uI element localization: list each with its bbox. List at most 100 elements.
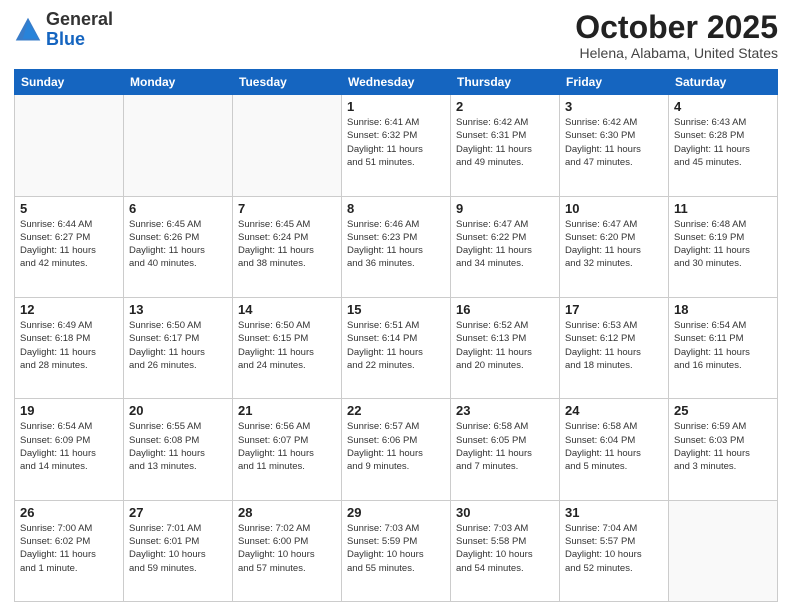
table-cell: 11 Sunrise: 6:48 AM Sunset: 6:19 PM Dayli… xyxy=(669,196,778,297)
page: General Blue October 2025 Helena, Alabam… xyxy=(0,0,792,612)
location: Helena, Alabama, United States xyxy=(575,45,778,61)
month-title: October 2025 xyxy=(575,10,778,45)
day-info: Sunrise: 6:58 AM Sunset: 6:04 PM Dayligh… xyxy=(565,420,663,473)
day-number: 5 xyxy=(20,201,118,216)
table-cell: 26 Sunrise: 7:00 AM Sunset: 6:02 PM Dayli… xyxy=(15,500,124,601)
day-number: 23 xyxy=(456,403,554,418)
day-number: 28 xyxy=(238,505,336,520)
col-thursday: Thursday xyxy=(451,70,560,95)
day-number: 15 xyxy=(347,302,445,317)
table-cell: 24Sunrise: 6:58 AM Sunset: 6:04 PM Dayli… xyxy=(560,399,669,500)
day-info: Sunrise: 7:02 AM Sunset: 6:00 PM Dayligh… xyxy=(238,522,336,575)
day-number: 13 xyxy=(129,302,227,317)
day-info: Sunrise: 6:42 AM Sunset: 6:31 PM Dayligh… xyxy=(456,116,554,169)
table-cell: 7Sunrise: 6:45 AM Sunset: 6:24 PM Daylig… xyxy=(233,196,342,297)
day-number: 18 xyxy=(674,302,772,317)
day-info: Sunrise: 7:00 AM Sunset: 6:02 PM Dayligh… xyxy=(20,522,118,575)
day-info: Sunrise: 6:50 AM Sunset: 6:17 PM Dayligh… xyxy=(129,319,227,372)
day-info: Sunrise: 6:53 AM Sunset: 6:12 PM Dayligh… xyxy=(565,319,663,372)
day-info: Sunrise: 6:47 AM Sunset: 6:20 PM Dayligh… xyxy=(565,218,663,271)
table-cell: 3 Sunrise: 6:42 AM Sunset: 6:30 PM Daylig… xyxy=(560,95,669,196)
day-number: 14 xyxy=(238,302,336,317)
col-friday: Friday xyxy=(560,70,669,95)
logo: General Blue xyxy=(14,10,113,50)
logo-text: General Blue xyxy=(46,10,113,50)
table-cell: 14 Sunrise: 6:50 AM Sunset: 6:15 PM Dayli… xyxy=(233,297,342,398)
day-info: Sunrise: 6:46 AM Sunset: 6:23 PM Dayligh… xyxy=(347,218,445,271)
table-cell: 27 Sunrise: 7:01 AM Sunset: 6:01 PM Dayli… xyxy=(124,500,233,601)
calendar-table: Sunday Monday Tuesday Wednesday Thursday… xyxy=(14,69,778,602)
day-number: 12 xyxy=(20,302,118,317)
day-info: Sunrise: 7:01 AM Sunset: 6:01 PM Dayligh… xyxy=(129,522,227,575)
table-cell: 9 Sunrise: 6:47 AM Sunset: 6:22 PM Daylig… xyxy=(451,196,560,297)
table-cell xyxy=(233,95,342,196)
table-cell: 2 Sunrise: 6:42 AM Sunset: 6:31 PM Daylig… xyxy=(451,95,560,196)
table-cell: 6Sunrise: 6:45 AM Sunset: 6:26 PM Daylig… xyxy=(124,196,233,297)
day-number: 31 xyxy=(565,505,663,520)
logo-general: General xyxy=(46,9,113,29)
day-number: 26 xyxy=(20,505,118,520)
day-info: Sunrise: 6:51 AM Sunset: 6:14 PM Dayligh… xyxy=(347,319,445,372)
table-cell: 4Sunrise: 6:43 AM Sunset: 6:28 PM Daylig… xyxy=(669,95,778,196)
table-cell: 5 Sunrise: 6:44 AM Sunset: 6:27 PM Daylig… xyxy=(15,196,124,297)
header: General Blue October 2025 Helena, Alabam… xyxy=(14,10,778,61)
col-tuesday: Tuesday xyxy=(233,70,342,95)
table-cell xyxy=(669,500,778,601)
day-number: 8 xyxy=(347,201,445,216)
day-number: 16 xyxy=(456,302,554,317)
table-cell: 30Sunrise: 7:03 AM Sunset: 5:58 PM Dayli… xyxy=(451,500,560,601)
day-info: Sunrise: 6:44 AM Sunset: 6:27 PM Dayligh… xyxy=(20,218,118,271)
table-cell: 19 Sunrise: 6:54 AM Sunset: 6:09 PM Dayli… xyxy=(15,399,124,500)
table-cell xyxy=(15,95,124,196)
day-info: Sunrise: 6:57 AM Sunset: 6:06 PM Dayligh… xyxy=(347,420,445,473)
day-info: Sunrise: 6:54 AM Sunset: 6:11 PM Dayligh… xyxy=(674,319,772,372)
day-number: 2 xyxy=(456,99,554,114)
day-number: 17 xyxy=(565,302,663,317)
day-info: Sunrise: 6:47 AM Sunset: 6:22 PM Dayligh… xyxy=(456,218,554,271)
day-info: Sunrise: 6:49 AM Sunset: 6:18 PM Dayligh… xyxy=(20,319,118,372)
title-block: October 2025 Helena, Alabama, United Sta… xyxy=(575,10,778,61)
col-monday: Monday xyxy=(124,70,233,95)
table-cell: 28 Sunrise: 7:02 AM Sunset: 6:00 PM Dayli… xyxy=(233,500,342,601)
day-info: Sunrise: 7:03 AM Sunset: 5:59 PM Dayligh… xyxy=(347,522,445,575)
table-cell: 17 Sunrise: 6:53 AM Sunset: 6:12 PM Dayli… xyxy=(560,297,669,398)
table-cell: 21Sunrise: 6:56 AM Sunset: 6:07 PM Dayli… xyxy=(233,399,342,500)
day-info: Sunrise: 6:54 AM Sunset: 6:09 PM Dayligh… xyxy=(20,420,118,473)
day-number: 20 xyxy=(129,403,227,418)
day-info: Sunrise: 6:41 AM Sunset: 6:32 PM Dayligh… xyxy=(347,116,445,169)
day-info: Sunrise: 6:55 AM Sunset: 6:08 PM Dayligh… xyxy=(129,420,227,473)
day-number: 6 xyxy=(129,201,227,216)
day-number: 10 xyxy=(565,201,663,216)
day-number: 9 xyxy=(456,201,554,216)
table-cell: 23 Sunrise: 6:58 AM Sunset: 6:05 PM Dayli… xyxy=(451,399,560,500)
logo-blue: Blue xyxy=(46,29,85,49)
table-cell: 25 Sunrise: 6:59 AM Sunset: 6:03 PM Dayli… xyxy=(669,399,778,500)
col-sunday: Sunday xyxy=(15,70,124,95)
day-number: 1 xyxy=(347,99,445,114)
table-cell: 29 Sunrise: 7:03 AM Sunset: 5:59 PM Dayli… xyxy=(342,500,451,601)
table-cell: 16 Sunrise: 6:52 AM Sunset: 6:13 PM Dayli… xyxy=(451,297,560,398)
day-info: Sunrise: 6:52 AM Sunset: 6:13 PM Dayligh… xyxy=(456,319,554,372)
day-number: 3 xyxy=(565,99,663,114)
table-cell xyxy=(124,95,233,196)
day-info: Sunrise: 6:58 AM Sunset: 6:05 PM Dayligh… xyxy=(456,420,554,473)
table-cell: 15 Sunrise: 6:51 AM Sunset: 6:14 PM Dayli… xyxy=(342,297,451,398)
day-info: Sunrise: 6:42 AM Sunset: 6:30 PM Dayligh… xyxy=(565,116,663,169)
day-number: 7 xyxy=(238,201,336,216)
day-info: Sunrise: 6:43 AM Sunset: 6:28 PM Dayligh… xyxy=(674,116,772,169)
day-number: 30 xyxy=(456,505,554,520)
table-cell: 10 Sunrise: 6:47 AM Sunset: 6:20 PM Dayli… xyxy=(560,196,669,297)
table-cell: 12 Sunrise: 6:49 AM Sunset: 6:18 PM Dayli… xyxy=(15,297,124,398)
day-number: 25 xyxy=(674,403,772,418)
day-number: 19 xyxy=(20,403,118,418)
table-cell: 18 Sunrise: 6:54 AM Sunset: 6:11 PM Dayli… xyxy=(669,297,778,398)
day-info: Sunrise: 6:48 AM Sunset: 6:19 PM Dayligh… xyxy=(674,218,772,271)
col-saturday: Saturday xyxy=(669,70,778,95)
table-cell: 20 Sunrise: 6:55 AM Sunset: 6:08 PM Dayli… xyxy=(124,399,233,500)
day-number: 27 xyxy=(129,505,227,520)
day-number: 22 xyxy=(347,403,445,418)
day-info: Sunrise: 6:50 AM Sunset: 6:15 PM Dayligh… xyxy=(238,319,336,372)
day-info: Sunrise: 6:59 AM Sunset: 6:03 PM Dayligh… xyxy=(674,420,772,473)
day-number: 29 xyxy=(347,505,445,520)
day-number: 11 xyxy=(674,201,772,216)
